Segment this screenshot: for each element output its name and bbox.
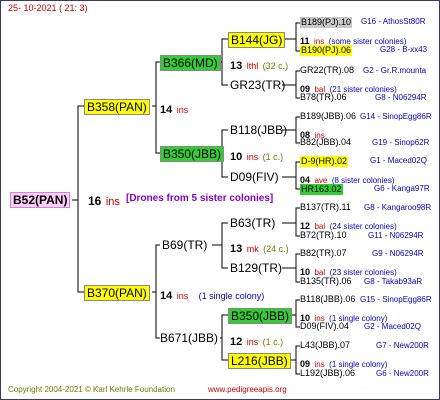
root-note: [Drones from 5 sister colonies] [126,193,274,204]
gen1-node-1[interactable]: B358(PAN) [84,99,150,115]
gen2-node-4[interactable]: B671(JBB) [160,332,218,344]
gen1-ins-1: ins [176,105,189,115]
gen2-mating-1: 13 lthl (32 c.) [230,57,288,73]
gen4-bot-id-8: G6 - New200R [376,369,429,378]
gen4-top-id-1: G16 - AthosSt80R [361,17,426,26]
gen2-mating-4: 12 ins (1 c.) [230,333,283,349]
gen4-bot-id-2: G8 - N06294R [375,93,427,102]
gen4-bot-id-7: G2 - Maced02Q [364,322,421,331]
gen4-top-id-7: G15 - SinopEgg86R [360,295,432,304]
footer-url[interactable]: www.pedigreeapis.org [208,386,287,394]
gen2-num-3: 13 [230,243,243,255]
gen1-note-2: (1 single colony) [198,291,265,301]
gen4-top-id-3: G14 - SinopEgg86R [360,112,432,121]
gen4-top-id-6: G9 - N06294R [372,249,424,258]
gen2-node-1[interactable]: B366(MD) [160,55,221,71]
footer-copyright: Copyright 2004-2021 © Karl Kehrle Founda… [8,385,175,394]
gen2-note-3: (24 c.) [263,244,289,254]
gen4-bot-1[interactable]: B190(PJ).06 [300,45,353,56]
gen4-top-3[interactable]: B189(JBB).06 [300,112,356,121]
root-num: 16 [88,194,102,208]
gen4-top-1[interactable]: B189(PJ).10 [300,17,353,28]
gen2-num-4: 12 [230,336,243,348]
gen4-top-id-5: G8 - Kangaroo98R [364,203,432,212]
root-queen[interactable]: B52(PAN) [10,192,71,208]
gen2-note-1: (32 c.) [262,61,289,71]
gen3-node-1[interactable]: B144(JG) [228,32,286,48]
gen3-node-5[interactable]: B63(TR) [230,217,275,229]
gen4-bot-8[interactable]: L192(JBB).06 [300,369,355,378]
gen3-node-8[interactable]: L216(JBB) [228,353,291,369]
gen4-top-8[interactable]: L43(JBB).07 [300,341,350,350]
report-date: 25- 10-2021 ( 21: 3) [8,3,88,13]
gen4-top-id-2: G2 - Gr.R.mounta [363,66,427,75]
gen4-top-2[interactable]: GR22(TR).08 [300,66,354,75]
gen3-node-4[interactable]: D09(FIV) [230,171,279,183]
gen4-top-4[interactable]: D-9(HR).02 [300,156,349,167]
gen4-bot-id-6: G8 - Takab93aR [364,277,423,286]
root-mating: 16 ins [88,193,120,209]
gen4-top-id-8: G7 - New200R [376,341,429,350]
gen2-ins-3: mk [246,244,259,254]
gen1-num-2: 14 [160,290,173,302]
gen4-bot-id-4: G6 - Kanga97R [374,184,430,193]
gen4-top-6[interactable]: B82(TR).07 [300,249,347,258]
gen2-num-1: 13 [230,60,243,72]
gen4-top-7[interactable]: B118(JBB).06 [300,295,355,304]
gen2-note-2: (1 c.) [262,152,284,162]
gen1-mating-1: 14 ins [160,101,188,117]
gen2-ins-4: ins [246,337,259,347]
root-ins: ins [105,196,120,208]
gen3-node-7[interactable]: B350(JBB) [228,308,293,324]
gen2-ins-1: lthl [246,61,259,71]
gen1-mating-2: 14 ins (1 single colony) [160,287,264,303]
gen2-mating-2: 10 ins (1 c.) [230,148,283,164]
gen4-bot-6[interactable]: B135(TR).06 [300,277,352,286]
gen2-node-3[interactable]: B69(TR) [162,239,207,251]
gen4-bot-4[interactable]: HR163.02 [300,184,343,195]
gen4-bot-id-5: G11 - N06294R [368,231,424,240]
gen1-num-1: 14 [160,104,173,116]
gen2-ins-2: ins [246,152,259,162]
gen1-ins-2: ins [176,291,189,301]
gen1-node-2[interactable]: B370(PAN) [84,285,150,301]
gen2-mating-3: 13 mk (24 c.) [230,240,289,256]
gen3-node-6[interactable]: B129(TR) [230,262,282,274]
gen4-bot-2[interactable]: B78(TR).06 [300,93,347,102]
gen4-top-5[interactable]: B137(TR).11 [300,203,351,212]
gen4-bot-3[interactable]: B82(JBB).04 [300,138,351,147]
gen4-bot-5[interactable]: B72(TR).10 [300,231,347,240]
gen4-bot-7[interactable]: D09(FIV).04 [300,322,349,331]
gen4-bot-id-1: G28 - B-xx43 [380,45,428,54]
gen2-note-4: (1 c.) [262,337,284,347]
gen2-node-2[interactable]: B350(JBB) [160,146,225,162]
gen4-bot-id-3: G19 - Sinop62R [372,138,430,147]
gen2-num-2: 10 [230,151,243,163]
gen3-node-2[interactable]: GR23(TR) [230,79,285,91]
gen4-top-id-4: G1 - Maced02Q [370,156,427,165]
gen3-node-3[interactable]: B118(JBB) [230,124,287,136]
